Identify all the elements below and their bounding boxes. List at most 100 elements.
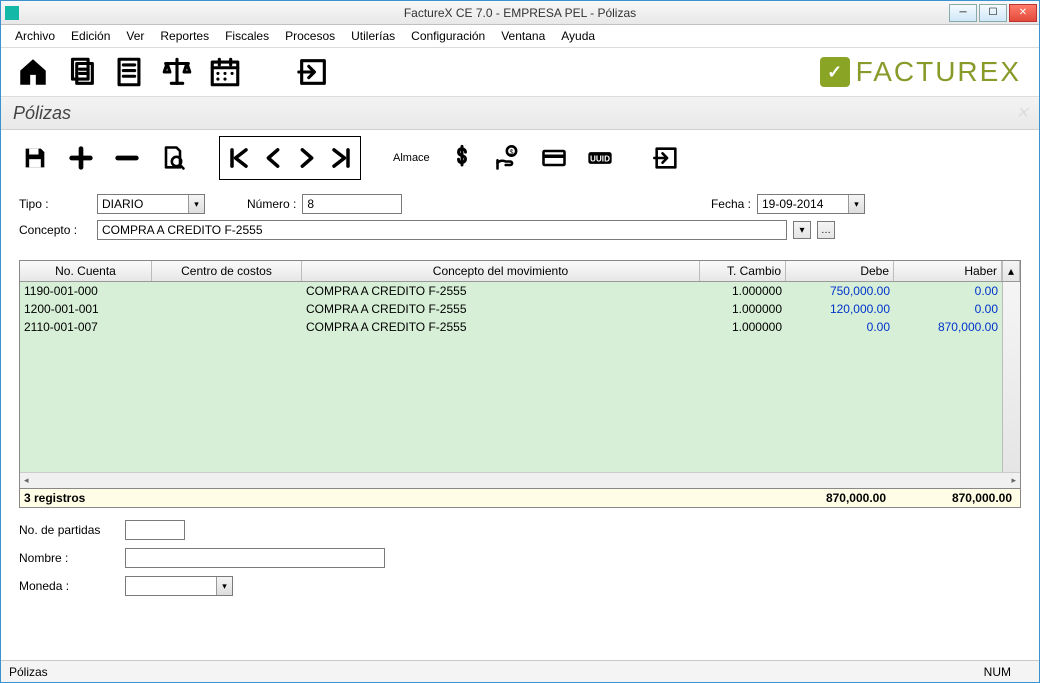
menu-ayuda[interactable]: Ayuda: [553, 27, 603, 45]
titlebar: FactureX CE 7.0 - EMPRESA PEL - Pólizas …: [1, 1, 1039, 25]
status-num: NUM: [984, 665, 1031, 679]
concepto-dropdown-icon[interactable]: ▾: [793, 221, 811, 239]
grid-body: 1190-001-000COMPRA A CREDITO F-25551.000…: [20, 282, 1020, 472]
export-icon[interactable]: [646, 139, 686, 177]
calendar-icon[interactable]: [201, 52, 249, 92]
add-icon[interactable]: [61, 139, 101, 177]
svg-text:$: $: [509, 150, 513, 157]
chevron-down-icon[interactable]: ▾: [188, 195, 204, 213]
table-row[interactable]: 1200-001-001 COMPRA A CREDITO F-25551.000…: [20, 300, 1002, 318]
cell-tc: 1.000000: [700, 319, 786, 335]
menu-fiscales[interactable]: Fiscales: [217, 27, 277, 45]
uuid-icon[interactable]: UUID: [580, 139, 620, 177]
prev-icon[interactable]: [256, 139, 290, 177]
cell-cuenta: 2110-001-007: [20, 319, 152, 335]
card-icon[interactable]: [534, 139, 574, 177]
cell-cc: [152, 308, 302, 310]
dollar-icon[interactable]: [442, 139, 482, 177]
documents-icon[interactable]: [57, 52, 105, 92]
fecha-picker[interactable]: ▾: [757, 194, 865, 214]
close-button[interactable]: ✕: [1009, 4, 1037, 22]
col-haber[interactable]: Haber: [894, 261, 1002, 281]
remove-icon[interactable]: [107, 139, 147, 177]
cell-haber: 0.00: [894, 301, 1002, 317]
window-title: FactureX CE 7.0 - EMPRESA PEL - Pólizas: [1, 6, 1039, 20]
menu-edicion[interactable]: Edición: [63, 27, 118, 45]
menu-reportes[interactable]: Reportes: [152, 27, 217, 45]
grid-footer: 3 registros 870,000.00 870,000.00: [19, 489, 1021, 508]
save-icon[interactable]: [15, 139, 55, 177]
footer-count: 3 registros: [24, 491, 782, 505]
menu-ventana[interactable]: Ventana: [493, 27, 553, 45]
balance-scale-icon[interactable]: [153, 52, 201, 92]
concepto-label: Concepto :: [19, 223, 91, 237]
cell-concepto: COMPRA A CREDITO F-2555: [302, 319, 700, 335]
document-lines-icon[interactable]: [105, 52, 153, 92]
form-area: Tipo : ▾ Número : Fecha : ▾ Concepto : ▾…: [1, 190, 1039, 254]
minimize-button[interactable]: ─: [949, 4, 977, 22]
home-icon[interactable]: [9, 52, 57, 92]
statusbar: Pólizas NUM: [1, 660, 1039, 682]
menu-procesos[interactable]: Procesos: [277, 27, 343, 45]
col-debe[interactable]: Debe: [786, 261, 894, 281]
col-cc[interactable]: Centro de costos: [152, 261, 302, 281]
cell-tc: 1.000000: [700, 301, 786, 317]
first-icon[interactable]: [222, 139, 256, 177]
next-icon[interactable]: [290, 139, 324, 177]
brand: ✓ FACTUREX: [820, 56, 1031, 88]
table-row[interactable]: 1190-001-000 COMPRA A CREDITO F-25551.000…: [20, 282, 1002, 300]
numero-input[interactable]: [302, 194, 402, 214]
last-icon[interactable]: [324, 139, 358, 177]
menubar: Archivo Edición Ver Reportes Fiscales Pr…: [1, 25, 1039, 48]
cell-tc: 1.000000: [700, 283, 786, 299]
cell-concepto: COMPRA A CREDITO F-2555: [302, 301, 700, 317]
menu-ver[interactable]: Ver: [118, 27, 152, 45]
section-title: Pólizas: [13, 103, 71, 124]
concepto-browse-icon[interactable]: …: [817, 221, 835, 239]
cell-cc: [152, 326, 302, 328]
table-row[interactable]: 2110-001-007 COMPRA A CREDITO F-25551.000…: [20, 318, 1002, 336]
cell-cc: [152, 290, 302, 292]
col-tc[interactable]: T. Cambio: [700, 261, 786, 281]
numero-label: Número :: [247, 197, 296, 211]
app-icon: [5, 6, 19, 20]
moneda-select[interactable]: ▾: [125, 576, 233, 596]
fecha-input[interactable]: [758, 197, 848, 211]
menu-archivo[interactable]: Archivo: [7, 27, 63, 45]
nombre-label: Nombre :: [19, 551, 119, 565]
col-cuenta[interactable]: No. Cuenta: [20, 261, 152, 281]
menu-utilerias[interactable]: Utilerías: [343, 27, 403, 45]
cell-debe: 0.00: [786, 319, 894, 335]
nombre-input[interactable]: [125, 548, 385, 568]
tipo-input[interactable]: [98, 197, 188, 211]
cell-debe: 750,000.00: [786, 283, 894, 299]
import-icon[interactable]: [289, 52, 337, 92]
cell-concepto: COMPRA A CREDITO F-2555: [302, 283, 700, 299]
window-buttons: ─ ☐ ✕: [949, 2, 1039, 24]
moneda-label: Moneda :: [19, 579, 119, 593]
concepto-input[interactable]: [97, 220, 787, 240]
partidas-input[interactable]: [125, 520, 185, 540]
col-concepto[interactable]: Concepto del movimiento: [302, 261, 700, 281]
grid-hscroll[interactable]: ◂▸: [20, 472, 1020, 488]
tipo-label: Tipo :: [19, 197, 91, 211]
moneda-input[interactable]: [126, 579, 216, 593]
cell-haber: 0.00: [894, 283, 1002, 299]
cell-cuenta: 1190-001-000: [20, 283, 152, 299]
brand-text: FACTUREX: [856, 56, 1021, 88]
section-header: Pólizas ✕: [1, 97, 1039, 130]
moneda-dropdown-icon[interactable]: ▾: [216, 577, 232, 595]
search-document-icon[interactable]: [153, 139, 193, 177]
menu-configuracion[interactable]: Configuración: [403, 27, 493, 45]
fecha-label: Fecha :: [711, 197, 751, 211]
app-window: FactureX CE 7.0 - EMPRESA PEL - Pólizas …: [0, 0, 1040, 683]
partidas-label: No. de partidas: [19, 523, 119, 537]
date-dropdown-icon[interactable]: ▾: [848, 195, 864, 213]
section-close-icon[interactable]: ✕: [1016, 103, 1029, 123]
scroll-up-icon[interactable]: ▴: [1002, 261, 1020, 281]
grid-header: No. Cuenta Centro de costos Concepto del…: [20, 261, 1020, 282]
cell-cuenta: 1200-001-001: [20, 301, 152, 317]
tipo-select[interactable]: ▾: [97, 194, 205, 214]
maximize-button[interactable]: ☐: [979, 4, 1007, 22]
coin-hand-icon[interactable]: $: [488, 139, 528, 177]
